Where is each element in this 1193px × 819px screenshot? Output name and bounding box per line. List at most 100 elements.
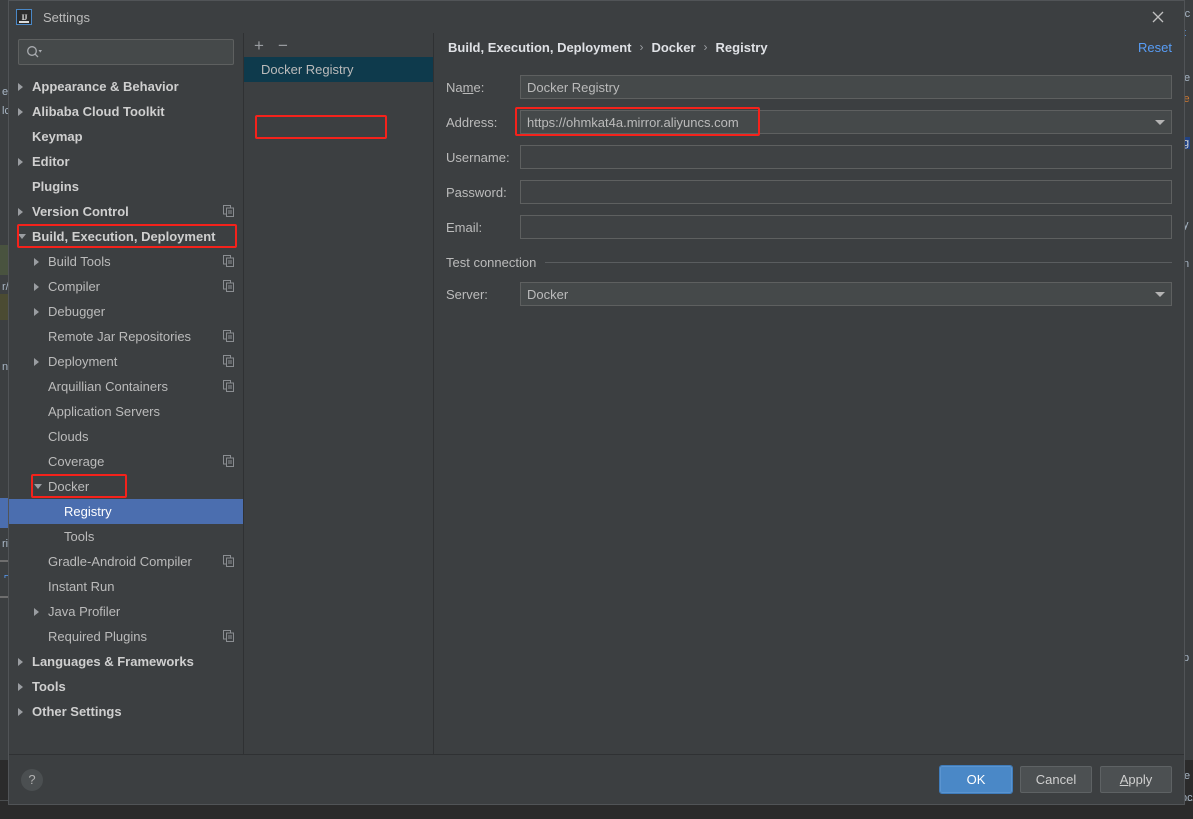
copy-icon	[223, 455, 234, 470]
chevron-right-icon[interactable]	[18, 82, 23, 91]
sidebar-item-editor[interactable]: Editor	[9, 149, 243, 174]
expand-toggle[interactable]	[18, 207, 32, 216]
expand-toggle[interactable]	[18, 82, 32, 91]
expand-toggle[interactable]	[18, 682, 32, 691]
expand-toggle[interactable]	[34, 257, 48, 266]
sidebar-item-build-execution-deployment[interactable]: Build, Execution, Deployment	[9, 224, 243, 249]
expand-toggle[interactable]	[34, 607, 48, 616]
sidebar-item-registry[interactable]: Registry	[9, 499, 243, 524]
chevron-right-icon[interactable]	[34, 307, 39, 316]
chevron-right-icon[interactable]	[18, 107, 23, 116]
field-row-email: Email:	[446, 215, 1172, 239]
dialog-title: Settings	[43, 9, 90, 25]
sidebar-item-tools[interactable]: Tools	[9, 524, 243, 549]
sidebar-item-docker[interactable]: Docker	[9, 474, 243, 499]
sidebar-item-deployment[interactable]: Deployment	[9, 349, 243, 374]
sidebar-item-plugins[interactable]: Plugins	[9, 174, 243, 199]
sidebar-item-compiler[interactable]: Compiler	[9, 274, 243, 299]
sidebar-item-required-plugins[interactable]: Required Plugins	[9, 624, 243, 649]
sidebar-item-label: Deployment	[48, 354, 118, 369]
sidebar-item-instant-run[interactable]: Instant Run	[9, 574, 243, 599]
settings-tree[interactable]: Appearance & Behavior Alibaba Cloud Toolk…	[9, 73, 243, 754]
dialog-body: Appearance & Behavior Alibaba Cloud Toolk…	[9, 33, 1184, 754]
test-connection-label: Test connection	[446, 255, 537, 270]
breadcrumb-item-2[interactable]: Registry	[716, 40, 768, 55]
email-label: Email:	[446, 219, 483, 235]
sidebar-item-version-control[interactable]: Version Control	[9, 199, 243, 224]
expand-toggle[interactable]	[34, 307, 48, 316]
password-field[interactable]	[520, 180, 1172, 204]
chevron-right-icon[interactable]	[18, 682, 23, 691]
expand-toggle[interactable]	[34, 357, 48, 366]
sidebar-item-label: Version Control	[32, 204, 129, 219]
sidebar-item-label: Build, Execution, Deployment	[32, 229, 216, 244]
server-dropdown[interactable]: Docker	[520, 282, 1172, 306]
email-field[interactable]	[520, 215, 1172, 239]
chevron-down-icon[interactable]	[18, 234, 26, 239]
sidebar-item-clouds[interactable]: Clouds	[9, 424, 243, 449]
name-field[interactable]: Docker Registry	[520, 75, 1172, 99]
chevron-right-icon[interactable]	[18, 707, 23, 716]
chevron-right-icon[interactable]	[34, 257, 39, 266]
sidebar-item-appearance-behavior[interactable]: Appearance & Behavior	[9, 74, 243, 99]
chevron-right-icon[interactable]	[34, 357, 39, 366]
breadcrumb-separator-0: ›	[639, 40, 644, 54]
dialog-footer: ? OK Cancel Apply	[9, 754, 1184, 804]
cancel-button[interactable]: Cancel	[1020, 766, 1092, 793]
expand-toggle[interactable]	[18, 157, 32, 166]
sidebar-item-label: Application Servers	[48, 404, 160, 419]
sidebar-item-alibaba-cloud-toolkit[interactable]: Alibaba Cloud Toolkit	[9, 99, 243, 124]
chevron-down-icon[interactable]	[1149, 119, 1171, 125]
apply-button[interactable]: Apply	[1100, 766, 1172, 793]
test-connection-section: Test connection	[446, 255, 1172, 270]
sidebar-item-remote-jar-repositories[interactable]: Remote Jar Repositories	[9, 324, 243, 349]
sidebar-item-label: Required Plugins	[48, 629, 148, 644]
sidebar-item-gradle-android-compiler[interactable]: Gradle-Android Compiler	[9, 549, 243, 574]
chevron-down-icon[interactable]	[34, 484, 42, 489]
chevron-right-icon[interactable]	[34, 282, 39, 291]
help-button[interactable]: ?	[21, 768, 43, 791]
breadcrumb-separator-1: ›	[703, 40, 708, 54]
chevron-right-icon[interactable]	[34, 607, 39, 616]
sidebar-item-label: Languages & Frameworks	[32, 654, 194, 669]
expand-toggle[interactable]	[18, 107, 32, 116]
collapse-toggle[interactable]	[34, 484, 48, 489]
ok-button[interactable]: OK	[939, 765, 1013, 794]
registry-form: Name: Docker Registry Address: https://o…	[434, 61, 1184, 754]
settings-dialog: IJ Settings Appearance & Behavior Alibab…	[8, 0, 1185, 805]
remove-registry-button[interactable]: −	[278, 37, 288, 54]
close-icon[interactable]	[1148, 7, 1168, 27]
chevron-down-icon[interactable]	[1149, 291, 1171, 297]
username-field[interactable]	[520, 145, 1172, 169]
address-field[interactable]: https://ohmkat4a.mirror.aliyuncs.com	[520, 110, 1172, 134]
collapse-toggle[interactable]	[18, 234, 32, 239]
sidebar-item-languages-frameworks[interactable]: Languages & Frameworks	[9, 649, 243, 674]
sidebar-item-debugger[interactable]: Debugger	[9, 299, 243, 324]
sidebar-item-label: Java Profiler	[48, 604, 121, 619]
chevron-right-icon[interactable]	[18, 657, 23, 666]
breadcrumb-item-1[interactable]: Docker	[651, 40, 695, 55]
registry-list-panel: + − Docker Registry	[244, 33, 434, 754]
reset-link[interactable]: Reset	[1138, 40, 1172, 55]
chevron-right-icon[interactable]	[18, 157, 23, 166]
sidebar-item-application-servers[interactable]: Application Servers	[9, 399, 243, 424]
sidebar-item-build-tools[interactable]: Build Tools	[9, 249, 243, 274]
field-row-username: Username:	[446, 145, 1172, 169]
sidebar-item-other-settings[interactable]: Other Settings	[9, 699, 243, 724]
sidebar-item-label: Editor	[32, 154, 70, 169]
search-input[interactable]	[18, 39, 234, 65]
add-registry-button[interactable]: +	[254, 37, 264, 54]
expand-toggle[interactable]	[34, 282, 48, 291]
expand-toggle[interactable]	[18, 657, 32, 666]
sidebar-item-coverage[interactable]: Coverage	[9, 449, 243, 474]
expand-toggle[interactable]	[18, 707, 32, 716]
list-item-docker-registry[interactable]: Docker Registry	[244, 57, 433, 82]
sidebar-item-keymap[interactable]: Keymap	[9, 124, 243, 149]
dialog-titlebar: IJ Settings	[9, 1, 1184, 33]
chevron-right-icon[interactable]	[18, 207, 23, 216]
sidebar-item-label: Coverage	[48, 454, 105, 469]
breadcrumb-item-0[interactable]: Build, Execution, Deployment	[448, 40, 631, 55]
sidebar-item-java-profiler[interactable]: Java Profiler	[9, 599, 243, 624]
sidebar-item-arquillian-containers[interactable]: Arquillian Containers	[9, 374, 243, 399]
sidebar-item-tools[interactable]: Tools	[9, 674, 243, 699]
